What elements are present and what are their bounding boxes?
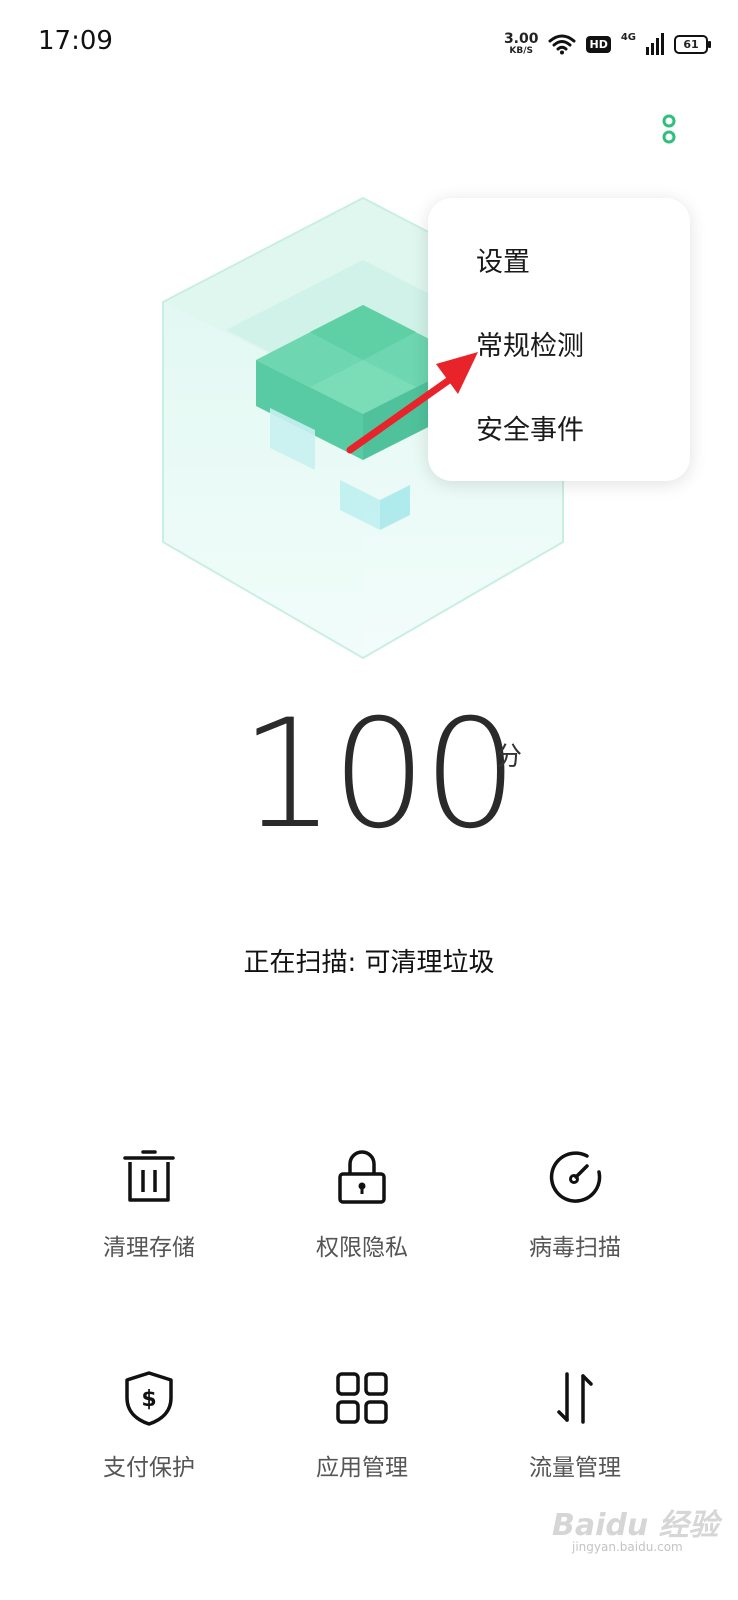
watermark-url: jingyan.baidu.com — [572, 1540, 683, 1554]
battery-level: 61 — [683, 37, 699, 51]
feature-clean-storage[interactable]: 清理存储 — [49, 1150, 249, 1290]
more-options-icon[interactable] — [656, 112, 682, 148]
overflow-menu: 设置 常规检测 安全事件 — [428, 198, 690, 481]
feature-label: 支付保护 — [103, 1455, 195, 1481]
status-time: 17:09 — [38, 26, 113, 56]
grid-icon — [336, 1372, 388, 1424]
feature-permission-privacy[interactable]: 权限隐私 — [262, 1150, 462, 1290]
wifi-icon — [548, 34, 576, 55]
svg-text:$: $ — [141, 1387, 156, 1412]
menu-item-settings[interactable]: 设置 — [476, 240, 530, 279]
network-type: 4G — [620, 32, 636, 43]
battery-icon: 61 — [674, 34, 711, 54]
feature-virus-scan[interactable]: 病毒扫描 — [475, 1150, 675, 1290]
feature-label: 权限隐私 — [316, 1235, 408, 1261]
network-speed: 3.00 KB/S — [504, 32, 539, 56]
trash-icon — [123, 1150, 175, 1202]
feature-label: 清理存储 — [103, 1235, 195, 1261]
gauge-icon — [549, 1151, 602, 1203]
feature-label: 病毒扫描 — [529, 1235, 621, 1261]
hd-badge: HD — [586, 35, 611, 53]
feature-app-management[interactable]: 应用管理 — [262, 1370, 462, 1510]
network-speed-unit: KB/S — [509, 46, 534, 56]
status-bar: 17:09 3.00 KB/S HD 4G 61 — [0, 0, 738, 90]
feature-label: 流量管理 — [529, 1455, 621, 1481]
feature-data-management[interactable]: 流量管理 — [475, 1370, 675, 1510]
network-speed-value: 3.00 — [503, 31, 539, 47]
shield-dollar-icon: $ — [125, 1371, 173, 1426]
score-display: 100 分 — [0, 700, 738, 860]
arrows-updown-icon — [557, 1372, 593, 1424]
status-icons: 3.00 KB/S HD 4G 61 — [504, 30, 711, 58]
score-unit: 分 — [496, 742, 523, 772]
feature-label: 应用管理 — [316, 1455, 408, 1481]
watermark-brand: Baidu 经验 — [552, 1508, 719, 1543]
feature-payment-protection[interactable]: $ 支付保护 — [49, 1370, 249, 1510]
menu-item-security-events[interactable]: 安全事件 — [476, 408, 584, 447]
menu-item-routine-check[interactable]: 常规检测 — [476, 324, 584, 363]
score-value: 100 — [240, 688, 518, 862]
lock-icon — [338, 1150, 386, 1204]
signal-icon — [646, 33, 664, 55]
scan-status-text: 正在扫描: 可清理垃圾 — [243, 948, 495, 978]
